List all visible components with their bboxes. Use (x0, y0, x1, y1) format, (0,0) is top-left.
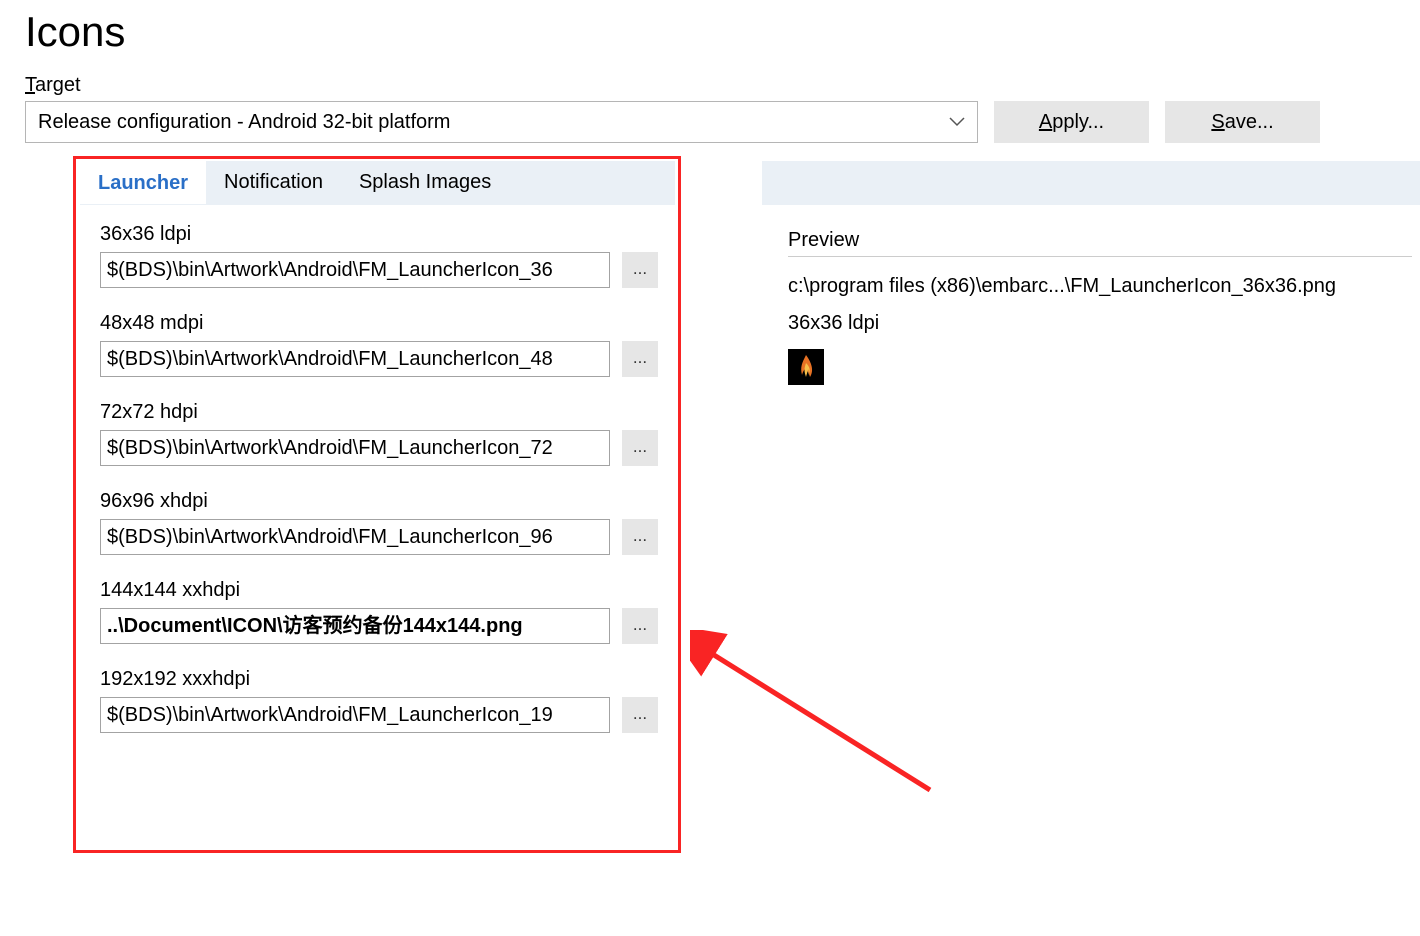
icon-field: 96x96 xhdpi $(BDS)\bin\Artwork\Android\FM… (100, 490, 669, 555)
icon-field: 192x192 xxxhdpi $(BDS)\bin\Artwork\Androi… (100, 668, 669, 733)
browse-button[interactable]: ... (622, 430, 658, 466)
icon-field: 144x144 xxhdpi ..\Document\ICON\访客预约备份144… (100, 579, 669, 644)
browse-button[interactable]: ... (622, 697, 658, 733)
target-label: Target (25, 74, 1420, 97)
icon-field-label: 96x96 xhdpi (100, 490, 669, 513)
icon-field-label: 144x144 xxhdpi (100, 579, 669, 602)
icon-field-label: 192x192 xxxhdpi (100, 668, 669, 691)
browse-button[interactable]: ... (622, 341, 658, 377)
icon-field-label: 72x72 hdpi (100, 401, 669, 424)
icon-path-input[interactable]: $(BDS)\bin\Artwork\Android\FM_LauncherIc… (100, 341, 610, 377)
icon-path-input[interactable]: $(BDS)\bin\Artwork\Android\FM_LauncherIc… (100, 430, 610, 466)
apply-button[interactable]: Apply... (994, 101, 1149, 143)
save-button[interactable]: Save... (1165, 101, 1320, 143)
preview-divider (788, 256, 1412, 257)
target-select[interactable]: Release configuration - Android 32-bit p… (25, 101, 978, 143)
icon-field: 36x36 ldpi $(BDS)\bin\Artwork\Android\FM_… (100, 223, 669, 288)
preview-path: c:\program files (x86)\embarc...\FM_Laun… (788, 275, 1420, 298)
tab-bar: Launcher Notification Splash Images (80, 161, 675, 205)
icon-field: 72x72 hdpi $(BDS)\bin\Artwork\Android\FM_… (100, 401, 669, 466)
icon-path-input[interactable]: $(BDS)\bin\Artwork\Android\FM_LauncherIc… (100, 252, 610, 288)
icon-field: 48x48 mdpi $(BDS)\bin\Artwork\Android\FM_… (100, 312, 669, 377)
icon-path-input[interactable]: $(BDS)\bin\Artwork\Android\FM_LauncherIc… (100, 519, 610, 555)
icon-path-input[interactable]: ..\Document\ICON\访客预约备份144x144.png (100, 608, 610, 644)
preview-header-bar (762, 161, 1420, 205)
tab-notification[interactable]: Notification (206, 161, 341, 204)
target-select-value: Release configuration - Android 32-bit p… (38, 111, 450, 134)
preview-heading: Preview (788, 229, 1420, 252)
preview-icon (788, 349, 824, 385)
browse-button[interactable]: ... (622, 519, 658, 555)
browse-button[interactable]: ... (622, 608, 658, 644)
browse-button[interactable]: ... (622, 252, 658, 288)
icon-path-input[interactable]: $(BDS)\bin\Artwork\Android\FM_LauncherIc… (100, 697, 610, 733)
tab-launcher[interactable]: Launcher (80, 161, 206, 204)
launcher-tab-panel: 36x36 ldpi $(BDS)\bin\Artwork\Android\FM_… (74, 205, 669, 733)
page-title: Icons (25, 8, 1420, 56)
tab-splash[interactable]: Splash Images (341, 161, 509, 204)
icon-field-label: 36x36 ldpi (100, 223, 669, 246)
preview-size: 36x36 ldpi (788, 312, 1420, 335)
chevron-down-icon (949, 117, 965, 127)
flame-icon (788, 349, 824, 385)
icon-field-label: 48x48 mdpi (100, 312, 669, 335)
